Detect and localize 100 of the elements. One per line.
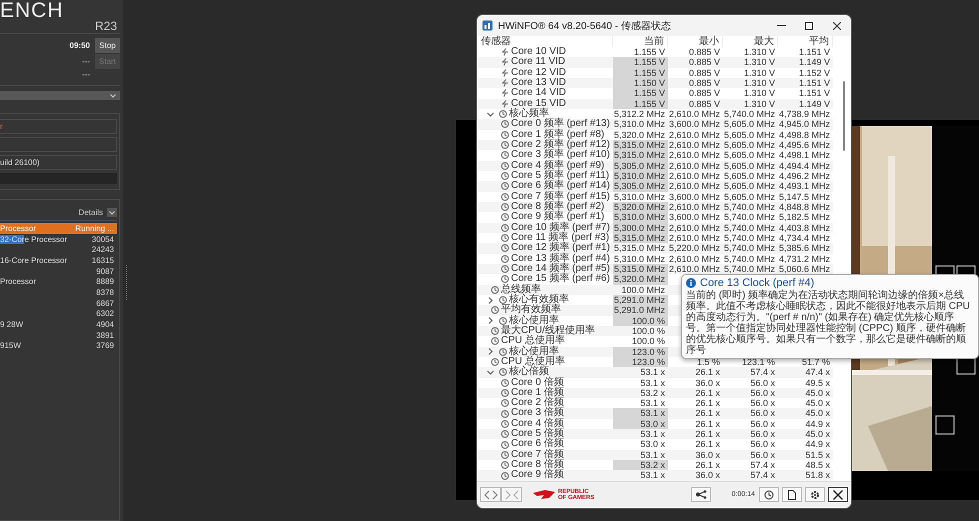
nav-button[interactable] (480, 487, 501, 502)
sensor-label: Core 15 VID (511, 98, 566, 109)
minimize-icon (776, 25, 786, 26)
column-header[interactable]: 平均 (778, 36, 833, 47)
clock-icon (499, 110, 507, 118)
settings-button[interactable] (805, 487, 825, 502)
clock-icon (491, 286, 499, 294)
value-cell: 5,320.0 MHz (613, 202, 668, 212)
value-cell-text: 36.0 x (694, 470, 721, 481)
column-header[interactable]: 最小 (668, 36, 723, 47)
value-cell-text: 1.310 V (742, 88, 776, 99)
value-cell-text: 5,605.0 MHz (723, 150, 776, 161)
column-header[interactable]: 传感器 (477, 36, 613, 47)
value-cell: 1.155 V (613, 98, 668, 109)
value-cell-text: 56.0 x (749, 429, 776, 440)
value-cell-text: 4,495.6 MHz (778, 140, 831, 150)
value-cell-text: 5,310.0 MHz (613, 119, 666, 130)
ranking-row[interactable]: 9087 (0, 266, 117, 276)
value-cell: 5,291.0 MHz (613, 294, 668, 306)
value-cell-text: 2,610.0 MHz (668, 140, 721, 150)
sensor-label: Core 9 倍频 (511, 470, 564, 481)
chevron-icon (110, 94, 116, 98)
value-cell-text: 1.310 V (742, 57, 776, 68)
value-cell-text: 0.885 V (688, 57, 721, 68)
ranking-row[interactable]: 3891 (0, 330, 117, 341)
ranking-row[interactable]: 6867 (0, 298, 117, 308)
value-cell-text: 1.5 % (696, 356, 721, 368)
value-cell-text: 53.2 x (639, 388, 666, 398)
value-cell-text: 5,605.0 MHz (723, 130, 776, 140)
sensor-label: Core 1 倍频 (511, 388, 564, 398)
reset-button[interactable] (759, 487, 779, 502)
score-label: 3891 (96, 330, 114, 340)
details-dropdown[interactable] (107, 208, 117, 217)
ranking-row[interactable]: 24243 (0, 244, 117, 256)
value-cell-text: 51.5 x (804, 450, 831, 460)
value-cell-text: 5,740.0 MHz (723, 254, 776, 264)
value-cell-text: 1.149 V (798, 98, 831, 109)
ranking-row[interactable]: 6302 (0, 308, 117, 320)
clock-icon (499, 316, 507, 325)
lightning-icon (501, 100, 509, 108)
value-cell-text: 5,605.0 MHz (723, 119, 776, 130)
value-cell-text: 4,848.8 MHz (778, 202, 831, 212)
value-cell-text: 1.151 V (798, 78, 831, 88)
score-label: 30054 (92, 234, 114, 244)
value-cell: 5,305.0 MHz (613, 181, 668, 192)
value-cell-text: 1.155 V (632, 47, 666, 58)
value-cell: 5,315.0 MHz (613, 232, 668, 244)
value-cell-text: 4,731.2 MHz (778, 254, 831, 264)
clock-icon (501, 275, 509, 284)
clock-icon (491, 327, 499, 336)
value-cell-text: 5,182.5 MHz (778, 212, 831, 223)
value-cell-text: 3,600.0 MHz (668, 119, 721, 130)
sensor-label: Core 4 倍频 (511, 418, 564, 429)
value-cell-text: 57.4 x (749, 460, 776, 470)
lightning-icon (501, 58, 509, 66)
value-cell: 5,315.0 MHz (613, 264, 668, 274)
value-cell-text: 4,498.8 MHz (778, 130, 831, 140)
processor-name: 9 28W (0, 320, 24, 330)
value-cell-text: 44.9 x (804, 418, 831, 430)
value-cell-text: 26.1 x (694, 418, 721, 430)
value-cell-text: 5,740.0 MHz (723, 243, 776, 254)
details-label: Details (78, 208, 103, 217)
value-cell: 1.155 V (613, 57, 668, 68)
ranking-row[interactable]: 8378 (0, 287, 117, 298)
close-button[interactable] (828, 487, 848, 502)
column-header[interactable]: 最大 (723, 36, 778, 47)
value-cell-text: 45.0 x (804, 429, 831, 440)
report-button[interactable] (782, 487, 802, 502)
sensor-label: Core 1 频率 (perf #8) (511, 130, 604, 140)
value-cell-text: 0.885 V (688, 78, 721, 88)
run-button[interactable]: Stop (95, 38, 120, 53)
logo-icon (533, 490, 555, 500)
value-cell: 5,291.0 MHz (613, 305, 668, 316)
sensor-label: 核心使用率 (509, 316, 559, 326)
value-cell-text: 100.0 % (630, 326, 666, 336)
value-cell-text: 4,738.9 MHz (778, 108, 831, 120)
sensor-label: Core 6 频率 (perf #14) (511, 181, 610, 192)
clock-icon (501, 244, 509, 252)
value-cell-text: 5,740.0 MHz (723, 232, 776, 244)
value-cell: 5,310.0 MHz (613, 212, 668, 223)
value-cell-text: 53.1 x (639, 429, 666, 440)
sensor-label: Core 12 频率 (perf #1) (511, 243, 610, 254)
value-cell-text: 48.5 x (804, 460, 831, 470)
ranking-row[interactable]: 915W 3769 (0, 340, 117, 352)
network-button[interactable] (690, 487, 711, 502)
value-cell-text: 2,610.0 MHz (668, 170, 721, 182)
ranking-row[interactable]: 9 28W 4904 (0, 319, 117, 330)
value-cell-text: 56.0 x (749, 378, 776, 388)
value-cell-text: 5,060.6 MHz (778, 264, 831, 274)
value-cell-text: 49.5 x (804, 378, 831, 388)
clock-icon (491, 306, 499, 314)
settings-icon (810, 490, 820, 500)
value-cell-text: 51.7 % (800, 356, 831, 368)
app-icon (482, 20, 493, 31)
ranking-row[interactable]: 16-Core Processor 16315 (0, 255, 117, 266)
value-cell-text: 0.885 V (688, 98, 721, 109)
score-label: 6302 (96, 309, 114, 318)
value-cell-text: 51.8 x (804, 470, 831, 481)
column-header[interactable]: 当前 (613, 36, 668, 47)
ranking-row[interactable]: Processor 8889 (0, 276, 117, 288)
